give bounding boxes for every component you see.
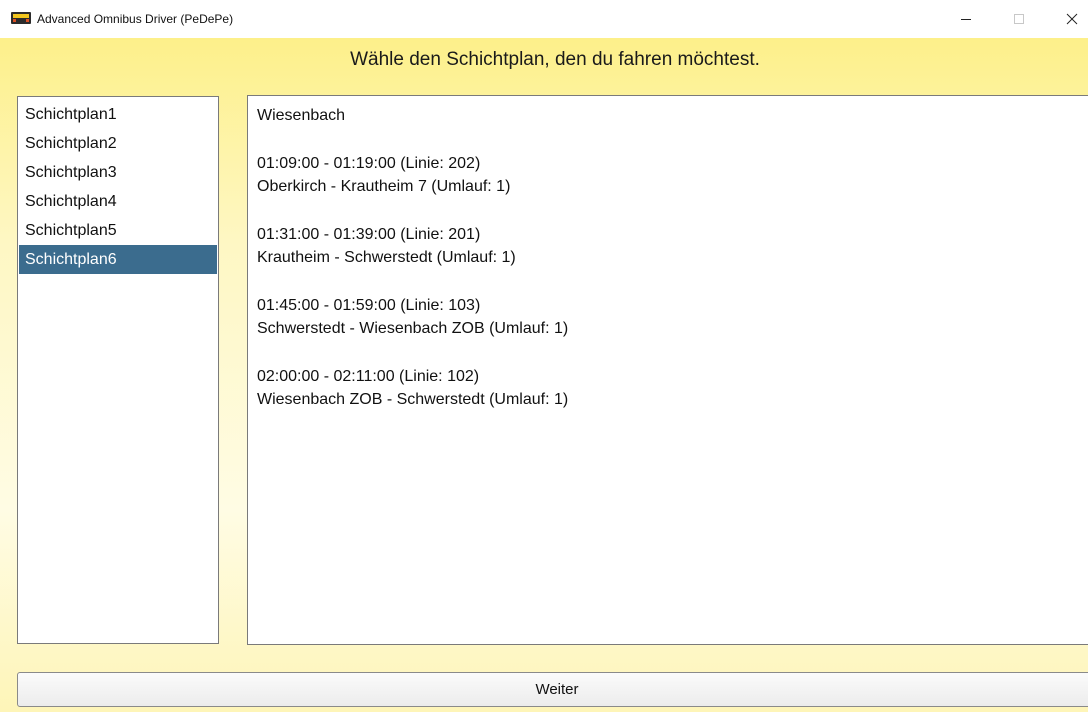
trip-entry: 01:31:00 - 01:39:00 (Linie: 201) Krauthe…	[257, 223, 1088, 269]
schedule-listbox[interactable]: Schichtplan1 Schichtplan2 Schichtplan3 S…	[17, 96, 219, 644]
trip-entry: 01:09:00 - 01:19:00 (Linie: 202) Oberkir…	[257, 152, 1088, 198]
minimize-icon	[961, 19, 971, 20]
app-window: Advanced Omnibus Driver (PeDePe) Wähle d…	[0, 0, 1088, 712]
close-icon	[1066, 13, 1078, 25]
schedule-details-textbox[interactable]: Wiesenbach 01:09:00 - 01:19:00 (Linie: 2…	[247, 95, 1088, 645]
trip-time: 02:00:00 - 02:11:00 (Linie: 102)	[257, 368, 480, 385]
list-item[interactable]: Schichtplan1	[19, 100, 217, 129]
details-location: Wiesenbach	[257, 107, 346, 124]
close-button[interactable]	[1049, 0, 1088, 38]
minimize-button[interactable]	[943, 0, 989, 38]
trip-route: Krautheim - Schwerstedt (Umlauf: 1)	[257, 249, 516, 266]
list-item[interactable]: Schichtplan5	[19, 216, 217, 245]
title-bar[interactable]: Advanced Omnibus Driver (PeDePe)	[0, 0, 1088, 38]
maximize-icon	[1014, 14, 1024, 24]
page-title: Wähle den Schichtplan, den du fahren möc…	[350, 49, 760, 70]
trip-route: Schwerstedt - Wiesenbach ZOB (Umlauf: 1)	[257, 320, 569, 337]
maximize-button[interactable]	[996, 0, 1042, 38]
window-title: Advanced Omnibus Driver (PeDePe)	[37, 12, 234, 26]
list-item-selected[interactable]: Schichtplan6	[19, 245, 217, 274]
trip-route: Wiesenbach ZOB - Schwerstedt (Umlauf: 1)	[257, 391, 569, 408]
trip-entry: 01:45:00 - 01:59:00 (Linie: 103) Schwers…	[257, 294, 1088, 340]
list-item[interactable]: Schichtplan2	[19, 129, 217, 158]
trip-time: 01:45:00 - 01:59:00 (Linie: 103)	[257, 297, 481, 314]
trip-time: 01:31:00 - 01:39:00 (Linie: 201)	[257, 226, 481, 243]
list-item[interactable]: Schichtplan4	[19, 187, 217, 216]
trip-route: Oberkirch - Krautheim 7 (Umlauf: 1)	[257, 178, 511, 195]
continue-button[interactable]: Weiter	[17, 672, 1088, 707]
trip-entry: 02:00:00 - 02:11:00 (Linie: 102) Wiesenb…	[257, 365, 1088, 411]
main-panel: Wähle den Schichtplan, den du fahren möc…	[0, 38, 1088, 712]
list-item[interactable]: Schichtplan3	[19, 158, 217, 187]
trip-time: 01:09:00 - 01:19:00 (Linie: 202)	[257, 155, 481, 172]
bus-app-icon	[11, 12, 31, 24]
